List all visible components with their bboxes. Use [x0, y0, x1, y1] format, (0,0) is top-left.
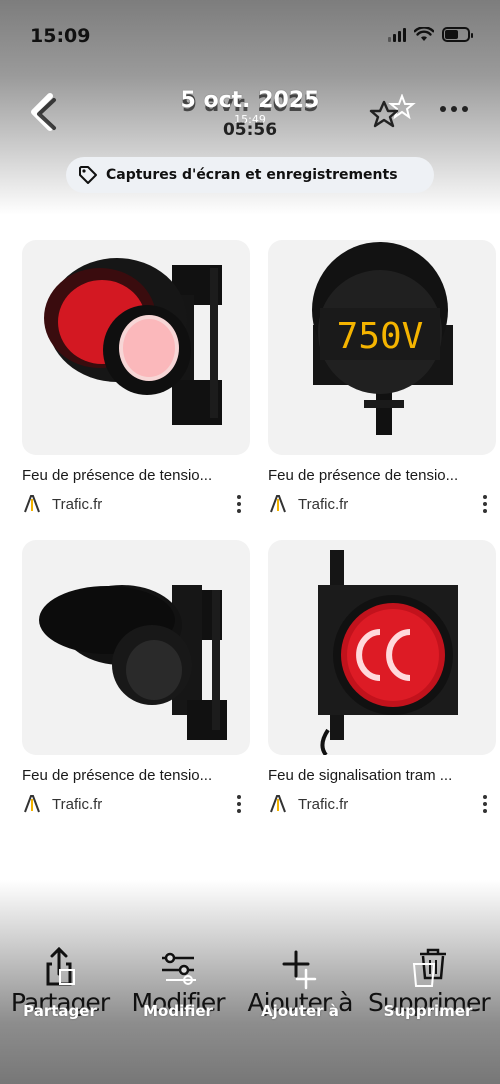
tag-icon — [79, 166, 97, 184]
back-arrow-icon[interactable] — [28, 92, 64, 132]
traffic-light-off-image — [39, 585, 227, 740]
share-icon — [46, 946, 75, 986]
result-title[interactable]: Feu de signalisation tram ... — [268, 767, 496, 784]
result-title[interactable]: Feu de présence de tensio... — [268, 467, 496, 484]
result-thumbnail[interactable] — [22, 240, 250, 455]
battery-icon — [442, 27, 473, 42]
source-name[interactable]: Trafic.fr — [298, 496, 348, 513]
screenshot-category-chip[interactable]: Captures d'écran et enregistrements — [66, 157, 434, 193]
result-card[interactable]: Feu de signalisation tram ... Trafic.fr — [268, 540, 496, 816]
source-name[interactable]: Trafic.fr — [52, 796, 102, 813]
result-more-icon[interactable] — [236, 795, 242, 813]
trafic-logo-icon — [270, 495, 286, 513]
result-card[interactable]: 750V Feu de présence de tensio... Trafic… — [268, 240, 496, 516]
tram-signal-image — [318, 550, 458, 755]
time-label: 05:56 — [222, 120, 278, 140]
share-label-overlay: Partager — [23, 1002, 97, 1020]
trash-icon — [412, 948, 446, 987]
result-source: Trafic.fr — [22, 792, 250, 816]
wifi-icon — [414, 27, 434, 41]
add-to-label-overlay: Ajouter à — [261, 1002, 339, 1020]
result-source: Trafic.fr — [268, 792, 496, 816]
result-card[interactable]: Feu de présence de tensio... Trafic.fr — [22, 540, 250, 816]
result-title[interactable]: Feu de présence de tensio... — [22, 467, 250, 484]
favorite-star-icon[interactable] — [366, 94, 416, 134]
source-name[interactable]: Trafic.fr — [298, 796, 348, 813]
chip-label: Captures d'écran et enregistrements — [106, 167, 398, 183]
result-thumbnail[interactable]: 750V — [268, 240, 496, 455]
share-button[interactable]: Partager Partager — [0, 940, 120, 1040]
result-more-icon[interactable] — [236, 495, 242, 513]
result-thumbnail[interactable] — [268, 540, 496, 755]
result-thumbnail[interactable] — [22, 540, 250, 755]
edit-label-overlay: Modifier — [143, 1002, 213, 1020]
delete-button[interactable]: Supprimer Supprimer — [368, 940, 491, 1040]
trafic-logo-icon — [270, 795, 286, 813]
result-more-icon[interactable] — [482, 495, 488, 513]
voltage-sign-image: 750V — [312, 242, 453, 435]
trafic-logo-icon — [24, 795, 40, 813]
cellular-signal-icon — [388, 27, 406, 42]
delete-label-overlay: Supprimer — [383, 1002, 473, 1020]
photo-date-header: 9 avr. 2025 5 oct. 2025 15:49 05:56 — [150, 86, 350, 146]
trafic-logo-icon — [24, 495, 40, 513]
status-icons — [388, 27, 473, 42]
traffic-light-image — [44, 258, 222, 425]
more-options-icon[interactable] — [440, 106, 470, 116]
sliders-icon — [162, 952, 196, 985]
edit-button[interactable]: Modifier Modifier — [118, 940, 238, 1040]
date-overlay-label: 5 oct. 2025 — [180, 88, 320, 113]
voltage-led-text: 750V — [337, 316, 424, 357]
plus-icon — [282, 950, 317, 990]
result-source: Trafic.fr — [268, 492, 496, 516]
result-more-icon[interactable] — [482, 795, 488, 813]
source-name[interactable]: Trafic.fr — [52, 496, 102, 513]
result-card[interactable]: Feu de présence de tensio... Trafic.fr — [22, 240, 250, 516]
add-to-button[interactable]: Ajouter à Ajouter à — [240, 940, 360, 1040]
status-time: 15:09 — [30, 25, 91, 47]
result-source: Trafic.fr — [22, 492, 250, 516]
result-title[interactable]: Feu de présence de tensio... — [22, 767, 250, 784]
